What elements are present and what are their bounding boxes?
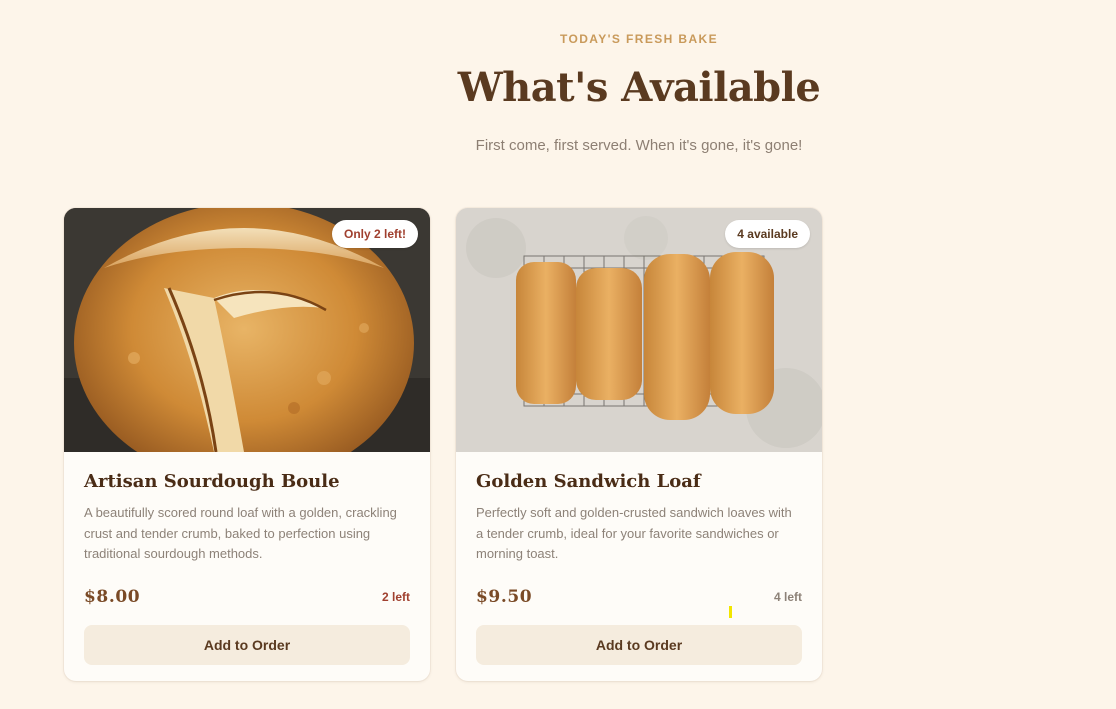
section-eyebrow: TODAY'S FRESH BAKE bbox=[559, 32, 719, 46]
product-image-sourdough: Only 2 left! bbox=[64, 208, 430, 452]
product-card-sandwich-loaf: 4 available Golden Sandwich Loaf Perfect… bbox=[456, 208, 822, 681]
product-image-sandwich-loaf: 4 available bbox=[456, 208, 822, 452]
product-description: Perfectly soft and golden-crusted sandwi… bbox=[476, 505, 792, 561]
product-name: Golden Sandwich Loaf bbox=[476, 471, 701, 492]
product-description: A beautifully scored round loaf with a g… bbox=[84, 505, 397, 561]
page-subtitle: First come, first served. When it's gone… bbox=[475, 137, 803, 154]
product-price: $8.00 bbox=[84, 587, 141, 607]
stock-count: 4 left bbox=[773, 590, 802, 604]
cursor-indicator bbox=[729, 606, 732, 618]
stock-badge: 4 available bbox=[725, 220, 810, 248]
product-card-sourdough: Only 2 left! Artisan Sourdough Boule A b… bbox=[64, 208, 430, 681]
add-to-order-button[interactable]: Add to Order bbox=[476, 625, 802, 665]
page-title: What's Available bbox=[457, 64, 821, 111]
product-price: $9.50 bbox=[476, 587, 533, 607]
add-to-order-button[interactable]: Add to Order bbox=[84, 625, 410, 665]
stock-badge: Only 2 left! bbox=[331, 220, 418, 248]
stock-count: 2 left bbox=[381, 590, 410, 604]
product-name: Artisan Sourdough Boule bbox=[84, 471, 340, 492]
